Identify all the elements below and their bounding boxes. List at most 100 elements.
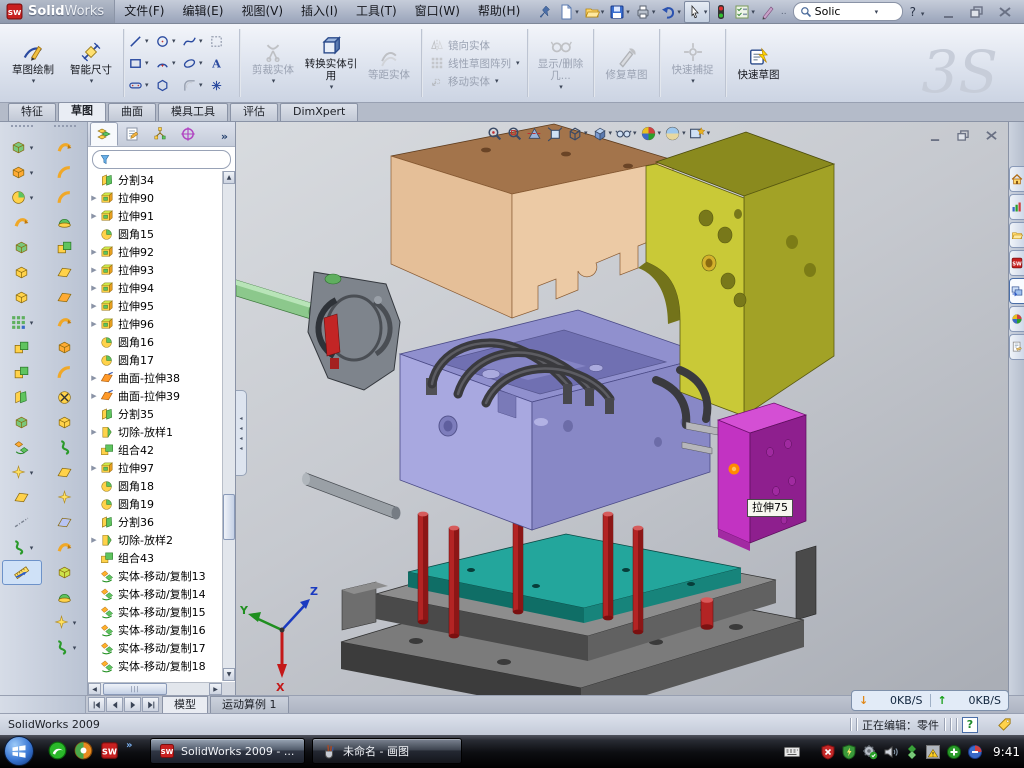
chevron-down-icon[interactable]: ▾ (199, 59, 203, 67)
hole-wizard-button[interactable] (2, 285, 42, 310)
chevron-down-icon[interactable]: ▾ (704, 8, 708, 16)
restore-button[interactable] (968, 2, 986, 22)
scroll-down-button[interactable]: ▼ (223, 668, 235, 681)
chevron-down-icon[interactable]: ▾ (575, 8, 579, 16)
tab-features[interactable]: 特征 (8, 103, 56, 121)
last-study-button[interactable] (142, 697, 159, 712)
section-view-button[interactable] (526, 125, 543, 142)
trim-surface-button[interactable] (45, 460, 85, 485)
spiral-curve-button[interactable] (45, 435, 85, 460)
delete-face-button[interactable] (45, 385, 85, 410)
chamfer-button[interactable] (2, 260, 42, 285)
filled-surface-button[interactable] (45, 360, 85, 385)
menu-file[interactable]: 文件(F) (115, 0, 173, 24)
chevron-down-icon[interactable]: ▾ (609, 129, 613, 137)
chevron-down-icon[interactable]: ▾ (145, 81, 149, 89)
sketch-text-button[interactable]: A (209, 52, 236, 74)
chevron-down-icon[interactable]: ▾ (601, 8, 605, 16)
tree-item[interactable]: ▶曲面-拉伸38 (88, 369, 222, 387)
menu-help[interactable]: 帮助(H) (469, 0, 529, 24)
open-button[interactable]: ▾ (582, 2, 607, 22)
volume-icon[interactable] (883, 744, 899, 760)
tree-filter-input[interactable] (92, 150, 231, 169)
first-study-button[interactable] (88, 697, 105, 712)
tree-item[interactable]: ▶切除-放样2 (88, 531, 222, 549)
menu-insert[interactable]: 插入(I) (292, 0, 347, 24)
chevron-down-icon[interactable]: ▾ (516, 59, 520, 67)
split-button[interactable] (2, 385, 42, 410)
expand-arrow-icon[interactable]: ▶ (88, 302, 100, 310)
chevron-down-icon[interactable]: ▾ (626, 8, 630, 16)
chevron-down-icon[interactable]: ▾ (584, 129, 588, 137)
model-slide-insert[interactable] (682, 403, 806, 551)
shaded-with-edges-button[interactable]: ▾ (591, 125, 613, 142)
previous-study-button[interactable] (106, 697, 123, 712)
chevron-down-icon[interactable]: ▾ (30, 169, 34, 177)
ejector-pin[interactable] (603, 512, 613, 621)
move-body-button[interactable] (2, 360, 42, 385)
model-guide-rod[interactable] (302, 473, 401, 520)
menu-window[interactable]: 窗口(W) (406, 0, 469, 24)
replace-face-button[interactable] (45, 410, 85, 435)
centerpoint-arc-button[interactable]: ▾ (155, 52, 182, 74)
tree-item[interactable]: 实体-移动/复制14 (88, 585, 222, 603)
scroll-up-button[interactable]: ▲ (223, 171, 235, 184)
expand-arrow-icon[interactable]: ▶ (88, 374, 100, 382)
select-button[interactable]: ▾ (684, 1, 711, 23)
home-tab[interactable] (1009, 166, 1024, 192)
tab-motion-study[interactable]: 运动算例 1 (210, 696, 289, 714)
media-player-icon[interactable] (74, 741, 93, 760)
tree-item[interactable]: 圆角15 (88, 225, 222, 243)
ejector-pin[interactable] (633, 526, 643, 635)
chevron-down-icon[interactable]: ▾ (707, 129, 711, 137)
flex-button[interactable] (45, 135, 85, 160)
rapid-sketch-button[interactable]: 快速草图 (730, 44, 788, 83)
chevron-down-icon[interactable]: ▾ (633, 129, 637, 137)
tree-item[interactable]: 实体-移动/复制17 (88, 639, 222, 657)
chevron-down-icon[interactable]: ▾ (90, 77, 94, 85)
chevron-down-icon[interactable]: ▾ (30, 194, 34, 202)
custom-properties-tab[interactable] (1009, 334, 1024, 360)
chevron-down-icon[interactable]: ▾ (751, 8, 755, 16)
corner-rectangle-button[interactable]: ▾ (128, 52, 155, 74)
next-study-button[interactable] (124, 697, 141, 712)
tree-item[interactable]: 组合43 (88, 549, 222, 567)
taskbar-clock[interactable]: 9:41 (993, 745, 1020, 759)
freeform-button[interactable] (45, 310, 85, 335)
exploded-mold-assembly[interactable]: Y Z X (236, 122, 1008, 695)
model-core-block[interactable] (400, 310, 710, 530)
tree-item[interactable]: ▶拉伸95 (88, 297, 222, 315)
edit-appearance-button[interactable]: ▾ (640, 125, 662, 142)
view-settings-button[interactable]: ▾ (689, 125, 711, 142)
taskbar-window-1[interactable]: SWSolidWorks 2009 - ... (150, 738, 305, 764)
expand-arrow-icon[interactable]: ▶ (88, 428, 100, 436)
fillet-button[interactable]: ▾ (2, 185, 42, 210)
tree-item[interactable]: 圆角18 (88, 477, 222, 495)
help-button[interactable]: ? ▾ (907, 5, 928, 19)
scroll-right-button[interactable]: ▶ (209, 683, 222, 695)
update-gear-icon[interactable] (862, 744, 878, 760)
tree-item[interactable]: 实体-移动/复制16 (88, 621, 222, 639)
messenger-icon[interactable] (48, 741, 67, 760)
appearances-scenes-tab[interactable] (1009, 306, 1024, 332)
tab-evaluate[interactable]: 评估 (230, 103, 278, 121)
sketch-button[interactable]: 草图绘制▾ (4, 39, 62, 87)
ruled-surface-button[interactable] (45, 510, 85, 535)
keyboard-layout-icon[interactable] (783, 744, 801, 760)
convert-entities-button[interactable]: 转换实体引用▾ (302, 33, 360, 93)
extruded-boss-button[interactable]: ▾ (2, 135, 42, 160)
tree-item[interactable]: ▶拉伸96 (88, 315, 222, 333)
apply-scene-button[interactable]: ▾ (664, 125, 686, 142)
tree-item[interactable]: ▶拉伸91 (88, 207, 222, 225)
options-button[interactable]: ▾ (732, 2, 757, 22)
expand-arrow-icon[interactable]: ▶ (88, 464, 100, 472)
chevron-down-icon[interactable]: ▾ (691, 77, 695, 85)
solidworks-resources-tab[interactable] (1009, 194, 1024, 220)
chevron-down-icon[interactable]: ▾ (145, 37, 149, 45)
graphics-viewport[interactable]: Y Z X ▾▾▾▾▾▾ 拉伸75 (236, 122, 1008, 695)
chevron-down-icon[interactable]: ▾ (495, 77, 499, 85)
untrim-surface-button[interactable] (45, 485, 85, 510)
smart-dimension-button[interactable]: 智能尺寸▾ (62, 39, 120, 87)
tree-item[interactable]: ▶曲面-拉伸39 (88, 387, 222, 405)
document-minimize-button[interactable] (927, 125, 944, 145)
